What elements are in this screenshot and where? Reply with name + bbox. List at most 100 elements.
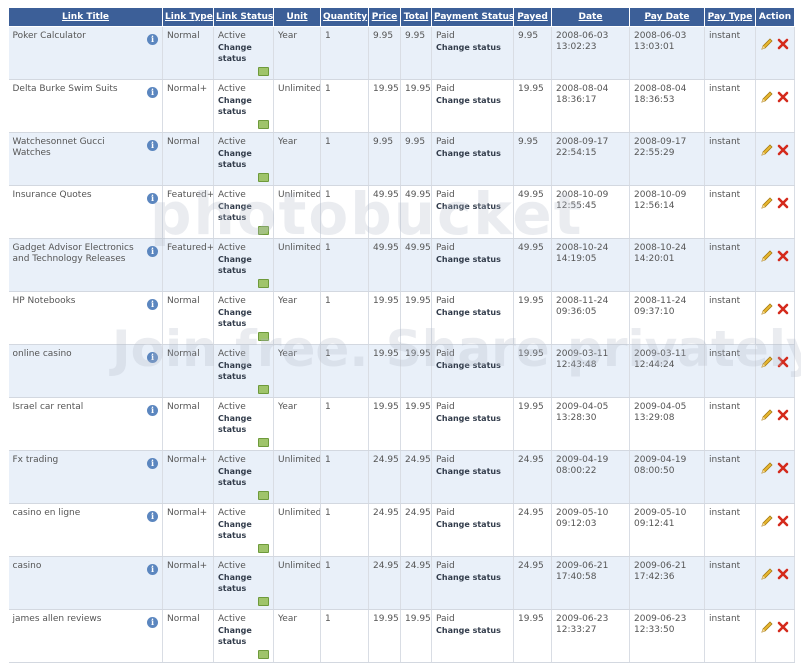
quantity-cell: 1	[320, 344, 369, 398]
delete-icon[interactable]	[776, 143, 790, 157]
change-link-status-link[interactable]: Change status	[218, 466, 252, 488]
change-link-status-link[interactable]: Change status	[218, 201, 252, 223]
delete-icon[interactable]	[776, 249, 790, 263]
payed-cell: 19.95	[513, 291, 552, 345]
pencil-icon[interactable]	[760, 143, 774, 157]
col-payment-status[interactable]: Payment Status	[431, 7, 514, 27]
col-price[interactable]: Price	[368, 7, 401, 27]
col-pay-type[interactable]: Pay Type	[704, 7, 756, 27]
change-payment-status-link[interactable]: Change status	[436, 307, 510, 318]
link-title-cell: james allen reviews i	[8, 609, 163, 663]
delete-icon[interactable]	[776, 514, 790, 528]
pencil-icon[interactable]	[760, 514, 774, 528]
pay-type-cell: instant	[704, 503, 756, 557]
info-icon[interactable]: i	[147, 140, 158, 151]
change-payment-status-link[interactable]: Change status	[436, 413, 510, 424]
payment-status-cell: Paid Change status	[431, 397, 514, 451]
change-link-status-link[interactable]: Change status	[218, 625, 252, 647]
action-cell	[755, 344, 795, 398]
pencil-icon[interactable]	[760, 302, 774, 316]
col-date[interactable]: Date	[551, 7, 630, 27]
col-total[interactable]: Total	[400, 7, 432, 27]
delete-icon[interactable]	[776, 37, 790, 51]
quantity-cell: 1	[320, 556, 369, 610]
change-link-status-link[interactable]: Change status	[218, 413, 252, 435]
delete-icon[interactable]	[776, 620, 790, 634]
pencil-icon[interactable]	[760, 355, 774, 369]
info-icon[interactable]: i	[147, 458, 158, 469]
tag-icon	[258, 385, 269, 394]
info-icon[interactable]: i	[147, 352, 158, 363]
info-icon[interactable]: i	[147, 87, 158, 98]
change-payment-status-link[interactable]: Change status	[436, 625, 510, 636]
change-payment-status-link[interactable]: Change status	[436, 148, 510, 159]
change-payment-status-link[interactable]: Change status	[436, 201, 510, 212]
change-link-status-link[interactable]: Change status	[218, 307, 252, 329]
pay-date-cell: 2009-04-05 13:29:08	[629, 397, 705, 451]
change-payment-status-link[interactable]: Change status	[436, 572, 510, 583]
info-icon[interactable]: i	[147, 34, 158, 45]
col-link-type[interactable]: Link Type	[162, 7, 214, 27]
delete-icon[interactable]	[776, 355, 790, 369]
quantity-cell: 1	[320, 291, 369, 345]
delete-icon[interactable]	[776, 302, 790, 316]
pencil-icon[interactable]	[760, 408, 774, 422]
unit-cell: Unlimited	[273, 503, 321, 557]
change-payment-status-link[interactable]: Change status	[436, 95, 510, 106]
pay-date-cell: 2009-05-10 09:12:41	[629, 503, 705, 557]
info-icon[interactable]: i	[147, 246, 158, 257]
pay-date-cell: 2008-08-04 18:36:53	[629, 79, 705, 133]
pencil-icon[interactable]	[760, 90, 774, 104]
change-payment-status-link[interactable]: Change status	[436, 254, 510, 265]
delete-icon[interactable]	[776, 90, 790, 104]
info-icon[interactable]: i	[147, 564, 158, 575]
change-link-status-link[interactable]: Change status	[218, 42, 252, 64]
col-link-status[interactable]: Link Status	[213, 7, 274, 27]
col-unit[interactable]: Unit	[273, 7, 321, 27]
price-cell: 9.95	[368, 26, 401, 80]
pencil-icon[interactable]	[760, 620, 774, 634]
change-payment-status-link[interactable]: Change status	[436, 360, 510, 371]
change-payment-status-link[interactable]: Change status	[436, 519, 510, 530]
change-link-status-link[interactable]: Change status	[218, 254, 252, 276]
link-type: Featured+	[167, 190, 214, 200]
col-pay-date[interactable]: Pay Date	[629, 7, 705, 27]
pencil-icon[interactable]	[760, 37, 774, 51]
info-icon[interactable]: i	[147, 193, 158, 204]
pencil-icon[interactable]	[760, 249, 774, 263]
pencil-icon[interactable]	[760, 567, 774, 581]
col-link-title[interactable]: Link Title	[8, 7, 163, 27]
quantity-cell: 1	[320, 132, 369, 186]
info-icon[interactable]: i	[147, 617, 158, 628]
change-link-status-link[interactable]: Change status	[218, 360, 252, 382]
unit-cell: Year	[273, 397, 321, 451]
delete-icon[interactable]	[776, 461, 790, 475]
change-link-status-link[interactable]: Change status	[218, 572, 252, 594]
col-payed[interactable]: Payed	[513, 7, 552, 27]
pay-date-cell: 2009-06-23 12:33:50	[629, 609, 705, 663]
payed-cell: 24.95	[513, 503, 552, 557]
pay-date-cell: 2008-11-24 09:37:10	[629, 291, 705, 345]
pencil-icon[interactable]	[760, 461, 774, 475]
tag-icon	[258, 650, 269, 659]
info-icon[interactable]: i	[147, 405, 158, 416]
table-row: casino en ligne i Normal+ Active Change stat…	[8, 503, 795, 557]
pencil-icon[interactable]	[760, 196, 774, 210]
link-status: Active	[218, 31, 246, 41]
delete-icon[interactable]	[776, 408, 790, 422]
change-payment-status-link[interactable]: Change status	[436, 42, 510, 53]
change-link-status-link[interactable]: Change status	[218, 148, 252, 170]
unit-cell: Unlimited	[273, 238, 321, 292]
date-cell: 2009-06-21 17:40:58	[551, 556, 630, 610]
change-link-status-link[interactable]: Change status	[218, 95, 252, 117]
col-quantity[interactable]: Quantity	[320, 7, 369, 27]
delete-icon[interactable]	[776, 196, 790, 210]
tag-icon	[258, 279, 269, 288]
link-type-cell: Normal	[162, 344, 214, 398]
change-link-status-link[interactable]: Change status	[218, 519, 252, 541]
info-icon[interactable]: i	[147, 511, 158, 522]
change-payment-status-link[interactable]: Change status	[436, 466, 510, 477]
action-cell	[755, 609, 795, 663]
delete-icon[interactable]	[776, 567, 790, 581]
info-icon[interactable]: i	[147, 299, 158, 310]
